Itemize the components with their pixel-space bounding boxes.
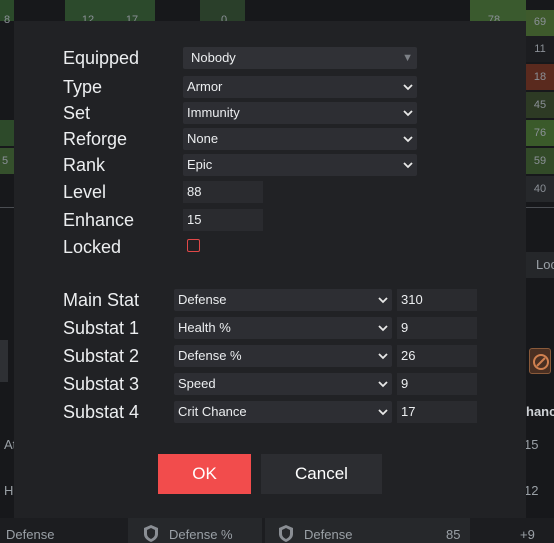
main-stat-value: Defense	[178, 292, 227, 307]
bg-number: 12	[524, 483, 539, 498]
substat-2-select[interactable]: Defense %	[174, 345, 392, 367]
level-label: Level	[63, 182, 107, 202]
reforge-value: None	[187, 131, 219, 146]
bg-number: 59	[533, 155, 547, 167]
level-input[interactable]: 88	[183, 181, 263, 203]
type-select[interactable]: Armor	[183, 76, 417, 98]
ok-button[interactable]: OK	[158, 454, 251, 494]
main-stat-label: Main Stat	[63, 290, 140, 310]
chevron-down-icon	[378, 353, 388, 360]
bg-number: 8	[3, 14, 11, 26]
bg-label: H	[4, 483, 14, 498]
chevron-down-icon	[403, 110, 413, 117]
bg-number: 40	[533, 183, 547, 195]
substat-1-amount-input[interactable]: 9	[397, 317, 477, 339]
substat-1-label: Substat 1	[63, 318, 140, 338]
substat-2-label: Substat 2	[63, 346, 140, 366]
bg-label: hanc	[526, 404, 554, 419]
bg-cell-text: Defense %	[169, 527, 233, 542]
substat-3-amount-input[interactable]: 9	[397, 373, 477, 395]
bg-number: +9	[520, 527, 535, 542]
bg-number: 76	[533, 127, 547, 139]
bg-number: 45	[533, 99, 547, 111]
substat-3-select[interactable]: Speed	[174, 373, 392, 395]
substat-2-value: Defense %	[178, 348, 242, 363]
substat-4-label: Substat 4	[63, 402, 140, 422]
chevron-down-icon	[403, 84, 413, 91]
main-stat-select[interactable]: Defense	[174, 289, 392, 311]
type-label: Type	[63, 77, 103, 97]
substat-4-select[interactable]: Crit Chance	[174, 401, 392, 423]
item-edit-dialog: Equipped Nobody ▼ Type Armor Set Immunit…	[14, 21, 526, 518]
cancel-button[interactable]: Cancel	[261, 454, 382, 494]
rank-label: Rank	[63, 155, 106, 175]
chevron-down-icon	[403, 136, 413, 143]
chevron-down-icon	[378, 325, 388, 332]
substat-4-amount-input[interactable]: 17	[397, 401, 477, 423]
enhance-input[interactable]: 15	[183, 209, 263, 231]
set-label: Set	[63, 103, 91, 123]
rank-select[interactable]: Epic	[183, 154, 417, 176]
shield-icon	[277, 524, 295, 543]
chevron-down-icon	[378, 381, 388, 388]
enhance-label: Enhance	[63, 210, 135, 230]
substat-1-select[interactable]: Health %	[174, 317, 392, 339]
caret-down-icon: ▼	[402, 52, 413, 64]
bg-strip	[0, 120, 14, 146]
chevron-down-icon	[403, 162, 413, 169]
locked-label: Locked	[63, 237, 122, 257]
substat-3-value: Speed	[178, 376, 216, 391]
bg-strip	[0, 340, 8, 382]
substat-2-amount-input[interactable]: 26	[397, 345, 477, 367]
bg-number: 11	[534, 43, 546, 55]
reforge-label: Reforge	[63, 129, 128, 149]
equipped-value: Nobody	[191, 50, 236, 65]
bg-number: 69	[533, 16, 547, 28]
bg-header: Loc	[536, 257, 554, 272]
bg-number: 18	[533, 71, 547, 83]
set-value: Immunity	[187, 105, 240, 120]
chevron-down-icon	[378, 297, 388, 304]
chevron-down-icon	[378, 409, 388, 416]
rank-value: Epic	[187, 157, 213, 172]
reforge-select[interactable]: None	[183, 128, 417, 150]
equipped-label: Equipped	[63, 48, 140, 68]
bg-number: 15	[524, 437, 539, 452]
bg-strip	[265, 518, 470, 543]
locked-checkbox[interactable]	[187, 239, 200, 252]
type-value: Armor	[187, 79, 223, 94]
bg-cell-text: Defense	[6, 527, 55, 542]
emblem-icon	[529, 348, 551, 374]
set-select[interactable]: Immunity	[183, 102, 417, 124]
substat-1-value: Health %	[178, 320, 231, 335]
equipped-select[interactable]: Nobody ▼	[183, 47, 417, 69]
bg-number: 5	[1, 155, 9, 167]
shield-icon	[142, 524, 160, 543]
bg-cell-text: 85	[446, 527, 461, 542]
bg-cell-text: Defense	[304, 527, 353, 542]
main-stat-amount-input[interactable]: 310	[397, 289, 477, 311]
substat-4-value: Crit Chance	[178, 404, 247, 419]
substat-3-label: Substat 3	[63, 374, 140, 394]
